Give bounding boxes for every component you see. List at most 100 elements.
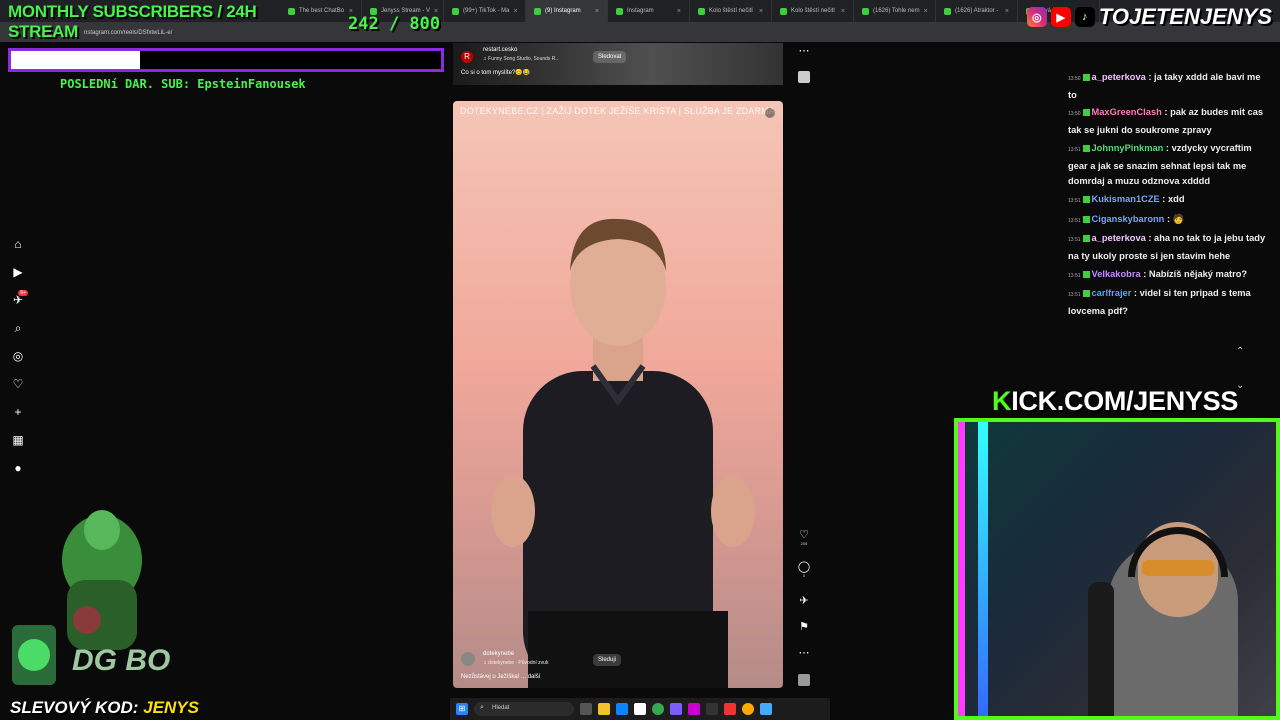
app-icon[interactable] bbox=[724, 703, 736, 715]
reel-username[interactable]: restart.cesko bbox=[483, 47, 517, 53]
close-tab-icon[interactable]: × bbox=[677, 8, 681, 15]
edge-icon[interactable] bbox=[616, 703, 628, 715]
home-icon[interactable]: ⌂ bbox=[8, 230, 28, 258]
reel-song[interactable]: ♫ dotekynebe · Původní zvuk bbox=[483, 660, 548, 666]
store-icon[interactable] bbox=[634, 703, 646, 715]
badge-icon bbox=[1082, 144, 1090, 152]
mute-icon[interactable] bbox=[765, 108, 775, 118]
chat-timestamp: 13:51 bbox=[1068, 237, 1081, 244]
search-icon[interactable]: ⌕ bbox=[8, 314, 28, 342]
reel-song[interactable]: ♫ Funny Song Studio, Sounds R.. bbox=[483, 56, 558, 62]
tab-favicon-icon bbox=[452, 7, 459, 15]
comment-button[interactable]: ◯ 5 bbox=[795, 560, 813, 578]
tab-label: (1626) Tohle nem bbox=[873, 8, 920, 14]
search-icon: ⌕ bbox=[480, 704, 484, 711]
browser-tab[interactable]: (1626) Atraktor - × bbox=[936, 0, 1018, 22]
avatar[interactable]: R bbox=[461, 51, 473, 63]
kick-url: KICK.COM/JENYSS bbox=[992, 386, 1238, 417]
like-button[interactable]: ♡ 205 bbox=[795, 528, 813, 546]
app-icon[interactable] bbox=[688, 703, 700, 715]
heart-icon[interactable]: ♡ bbox=[799, 529, 809, 541]
tab-label: (1626) Atraktor - bbox=[955, 8, 999, 14]
create-icon[interactable]: + bbox=[8, 398, 28, 426]
close-tab-icon[interactable]: × bbox=[759, 8, 763, 15]
like-count: 205 bbox=[800, 541, 808, 546]
bookmark-icon[interactable]: ⚑ bbox=[795, 620, 813, 633]
taskbar-search[interactable]: ⌕ Hledat bbox=[474, 702, 574, 716]
chat-username[interactable]: MaxGreenClash bbox=[1092, 107, 1162, 117]
close-tab-icon[interactable]: × bbox=[514, 8, 518, 15]
reel-caption[interactable]: Nezůstávej u Ježíška! ... další bbox=[461, 674, 540, 680]
tab-favicon-icon bbox=[534, 7, 541, 15]
task-view-icon[interactable] bbox=[580, 703, 592, 715]
taskbar-search-placeholder: Hledat bbox=[492, 705, 510, 711]
overlay-goal-title-line1: MONTHLY SUBSCRIBERS / 24H bbox=[8, 2, 257, 21]
dashboard-icon[interactable]: ▦ bbox=[8, 426, 28, 454]
led-bar bbox=[978, 422, 988, 716]
chrome-icon[interactable] bbox=[652, 703, 664, 715]
previous-reel[interactable]: R restart.cesko ♫ Funny Song Studio, Sou… bbox=[453, 43, 783, 85]
tab-label: Kolo štěstí nečitl bbox=[791, 8, 835, 14]
chat-message: 13:51 a_peterkova : aha no tak to ja jebu… bbox=[1068, 231, 1268, 264]
comment-icon[interactable]: ◯ bbox=[798, 561, 810, 573]
chrome-icon[interactable] bbox=[742, 703, 754, 715]
file-explorer-icon[interactable] bbox=[598, 703, 610, 715]
kick-url-k: K bbox=[992, 386, 1012, 416]
browser-tab[interactable]: (99+) TikTok - Ma × bbox=[444, 0, 526, 22]
profile-icon[interactable]: ● bbox=[8, 454, 28, 482]
browser-tab[interactable]: Kolo štěstí nečitl × bbox=[772, 0, 854, 22]
windows-start-icon[interactable]: ⊞ bbox=[456, 703, 468, 715]
chat-username[interactable]: Kukisman1CZE bbox=[1092, 194, 1160, 204]
tab-favicon-icon bbox=[780, 7, 787, 15]
messages-icon[interactable]: ✈ 9+ bbox=[8, 286, 28, 314]
browser-tab[interactable]: Kolo štěstí nečitl × bbox=[690, 0, 772, 22]
follow-button[interactable]: Sledovat bbox=[593, 51, 627, 63]
avatar[interactable] bbox=[461, 652, 475, 666]
notifications-icon[interactable]: ♡ bbox=[8, 370, 28, 398]
close-tab-icon[interactable]: × bbox=[595, 8, 599, 15]
notepad-icon[interactable] bbox=[760, 703, 772, 715]
chat-text: xdd bbox=[1167, 193, 1185, 204]
share-icon[interactable]: ✈ bbox=[795, 594, 813, 607]
close-tab-icon[interactable]: × bbox=[1005, 8, 1009, 15]
audio-thumbnail[interactable] bbox=[798, 674, 810, 686]
chat-message: 13:50 a_peterkova : ja taky xddd ale bavi… bbox=[1068, 70, 1268, 103]
subscriber-progress-bar bbox=[8, 48, 444, 72]
reel-username[interactable]: dotekynebe bbox=[483, 651, 514, 657]
reels-icon[interactable]: ▶ bbox=[8, 258, 28, 286]
chat-text: Nabízíš nějaký matro? bbox=[1148, 268, 1248, 279]
brand-logo: ◎ ▶ ♪ TOJETENJENYS bbox=[1026, 4, 1272, 30]
badge-icon bbox=[1082, 270, 1090, 278]
chat-timestamp: 13:51 bbox=[1068, 197, 1081, 204]
browser-tab[interactable]: (1626) Tohle nem × bbox=[854, 0, 936, 22]
explore-icon[interactable]: ◎ bbox=[8, 342, 28, 370]
chat-username[interactable]: JohnnyPinkman bbox=[1092, 143, 1164, 153]
microphone bbox=[1088, 582, 1114, 716]
chat-username[interactable]: Velkakobra bbox=[1092, 269, 1141, 279]
discord-icon[interactable] bbox=[670, 703, 682, 715]
obs-icon[interactable] bbox=[706, 703, 718, 715]
kick-url-rest: ICK.COM/JENYSS bbox=[1011, 386, 1239, 416]
close-tab-icon[interactable]: × bbox=[841, 8, 845, 15]
close-tab-icon[interactable]: × bbox=[924, 8, 928, 15]
browser-tab[interactable]: Instagram × bbox=[608, 0, 690, 22]
reel-video[interactable]: DOTEKYNEBE.CZ | ZAŽIJ DOTEK JEŽÍŠE KRIST… bbox=[453, 101, 783, 688]
chat-separator: : bbox=[1131, 288, 1140, 299]
chat-username[interactable]: a_peterkova bbox=[1092, 72, 1146, 82]
following-button[interactable]: Sleduji bbox=[593, 654, 622, 666]
browser-tab[interactable]: (9) Instagram × bbox=[526, 0, 608, 22]
brand-name: TOJETENJENYS bbox=[1098, 4, 1272, 29]
more-icon[interactable]: ⋯ bbox=[795, 646, 813, 659]
audio-thumbnail[interactable] bbox=[798, 71, 810, 83]
tab-label: Instagram bbox=[627, 8, 654, 14]
chat-message: 13:51 JohnnyPinkman : vzdycky vycraftim g… bbox=[1068, 141, 1268, 190]
chat-message: 13:51 Kukisman1CZE : xdd bbox=[1068, 192, 1268, 210]
more-options-icon[interactable]: ⋯ bbox=[795, 44, 813, 57]
chat-username[interactable]: carlfrajer bbox=[1092, 288, 1132, 298]
chevron-up-icon[interactable]: ⌃ bbox=[1236, 346, 1244, 357]
tab-label: The best ChatBo bbox=[299, 8, 345, 14]
chat-username[interactable]: Ciganskybaronn bbox=[1092, 214, 1165, 224]
badge-icon bbox=[1082, 109, 1090, 117]
windows-taskbar: ⊞ ⌕ Hledat bbox=[450, 698, 830, 720]
chat-username[interactable]: a_peterkova bbox=[1092, 233, 1146, 243]
